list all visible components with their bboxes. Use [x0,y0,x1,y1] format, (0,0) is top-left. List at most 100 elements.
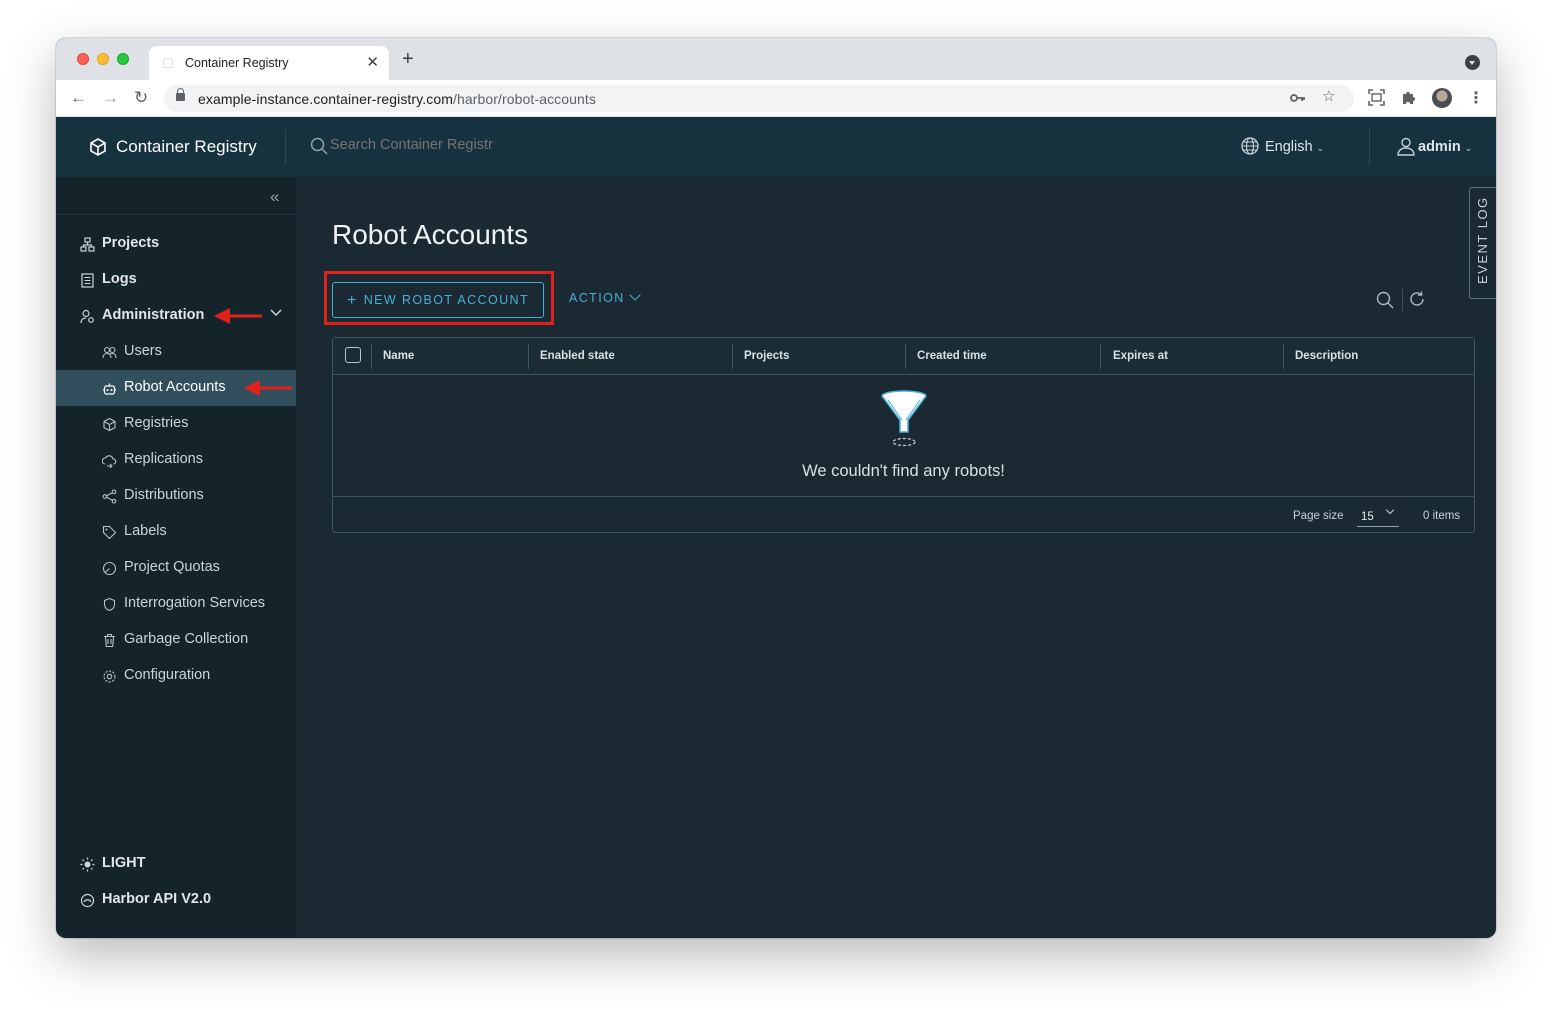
address-bar[interactable]: example-instance.container-registry.com/… [164,85,1354,112]
page-size-value: 15 [1361,511,1374,523]
sidebar-item-label: Administration [102,307,205,323]
collapse-sidebar-icon[interactable]: « [270,187,279,207]
column-divider [528,344,529,369]
sidebar: « Projects Logs Administration Users Rob… [56,177,296,938]
key-icon[interactable] [1290,91,1306,108]
column-header-name[interactable]: Name [383,338,414,375]
column-header-expires-at[interactable]: Expires at [1113,338,1168,375]
sidebar-item-interrogation-services[interactable]: Interrogation Services [56,586,296,622]
forward-icon[interactable]: → [102,88,119,108]
plus-icon: + [347,292,358,309]
users-icon [102,346,117,359]
favicon-icon [163,58,173,68]
lock-icon [176,88,185,101]
sidebar-item-users[interactable]: Users [56,334,296,370]
registries-icon [103,417,116,432]
column-divider [732,344,733,369]
brand-title[interactable]: Container Registry [116,137,257,157]
page-size-select[interactable]: 15 [1357,505,1399,527]
sidebar-item-label: Project Quotas [124,559,220,575]
close-window-button[interactable] [77,53,89,65]
projects-icon [80,237,95,252]
username-label: admin [1418,139,1461,155]
toolbar-divider [1402,289,1403,311]
annotation-arrow-robot-accounts [244,380,292,396]
sidebar-item-label: Distributions [124,487,204,503]
gear-icon [103,670,116,683]
global-search-input[interactable] [330,137,530,153]
close-tab-icon[interactable]: ✕ [366,53,379,71]
extensions-icon[interactable] [1401,89,1417,110]
sidebar-item-project-quotas[interactable]: Project Quotas [56,550,296,586]
sidebar-item-label: Replications [124,451,203,467]
profile-avatar[interactable] [1432,88,1452,108]
action-dropdown-button[interactable]: ACTION [569,289,641,305]
theme-toggle[interactable]: LIGHT [56,846,296,882]
screenshot-icon[interactable] [1368,89,1385,111]
reload-icon[interactable]: ↻ [134,88,148,108]
column-divider [1283,344,1284,369]
sidebar-item-registries[interactable]: Registries [56,406,296,442]
user-menu[interactable]: admin ⌄ [1396,136,1472,156]
maximize-window-button[interactable] [117,53,129,65]
empty-filter-icon [881,390,927,447]
browser-toolbar: ← → ↻ example-instance.container-registr… [56,80,1496,117]
tab-search-icon[interactable] [1465,55,1480,70]
api-explorer-link[interactable]: Harbor API V2.0 [56,882,296,918]
main-content: Robot Accounts + NEW ROBOT ACCOUNT ACTION… [296,177,1496,938]
bookmark-star-icon[interactable]: ☆ [1322,87,1335,105]
url-text: example-instance.container-registry.com/… [198,91,597,107]
table-footer: Page size 15 0 items [333,496,1474,533]
column-divider [1100,344,1101,369]
sidebar-item-label: Garbage Collection [124,631,249,647]
sidebar-item-labels[interactable]: Labels [56,514,296,550]
sidebar-item-label: Configuration [124,667,211,683]
event-log-tab[interactable]: EVENT LOG [1469,187,1496,299]
new-robot-account-button[interactable]: + NEW ROBOT ACCOUNT [332,282,544,318]
browser-menu-icon[interactable]: ⋮ [1468,88,1484,108]
sidebar-item-garbage-collection[interactable]: Garbage Collection [56,622,296,658]
new-tab-icon[interactable]: + [402,49,414,69]
sidebar-item-projects[interactable]: Projects [56,226,296,262]
registry-logo-icon [90,138,106,156]
logs-icon [81,273,94,288]
column-header-enabled-state[interactable]: Enabled state [540,338,615,375]
robot-accounts-table: Name Enabled state Projects Created time… [332,337,1475,533]
browser-tab[interactable]: Container Registry ✕ [149,46,389,80]
column-header-projects[interactable]: Projects [744,338,789,375]
chevron-down-icon [628,289,641,301]
sidebar-item-replications[interactable]: Replications [56,442,296,478]
column-header-description[interactable]: Description [1295,338,1358,375]
column-divider [905,344,906,369]
sidebar-item-distributions[interactable]: Distributions [56,478,296,514]
sidebar-item-configuration[interactable]: Configuration [56,658,296,694]
sidebar-item-label: Labels [124,523,167,539]
new-robot-account-label: NEW ROBOT ACCOUNT [363,293,529,307]
robot-icon [103,383,116,395]
quotas-icon [102,561,117,576]
chevron-down-icon[interactable] [270,306,282,321]
sidebar-divider [56,214,296,215]
trash-icon [104,633,115,648]
shield-icon [103,597,116,612]
header-divider-2 [1369,129,1370,165]
column-header-created-time[interactable]: Created time [917,338,987,375]
empty-state-message: We couldn't find any robots! [802,462,1005,480]
header-divider [285,129,286,165]
app-header: Container Registry English⌄ admin⌄ [56,117,1496,177]
back-icon[interactable]: ← [70,88,87,108]
tab-title: Container Registry [185,56,289,70]
refresh-icon[interactable] [1408,290,1426,308]
sidebar-item-logs[interactable]: Logs [56,262,296,298]
minimize-window-button[interactable] [97,53,109,65]
language-selector[interactable]: English ⌄ [1241,137,1324,155]
filter-search-icon[interactable] [1376,291,1394,309]
administration-icon [80,309,94,324]
browser-window: Container Registry ✕ + ← → ↻ example-ins… [56,38,1496,938]
sidebar-item-label: Robot Accounts [124,379,226,395]
page-title: Robot Accounts [332,219,529,250]
select-all-checkbox[interactable] [345,347,361,363]
replications-icon [102,455,117,468]
language-label: English [1265,139,1313,155]
labels-icon [102,525,117,540]
